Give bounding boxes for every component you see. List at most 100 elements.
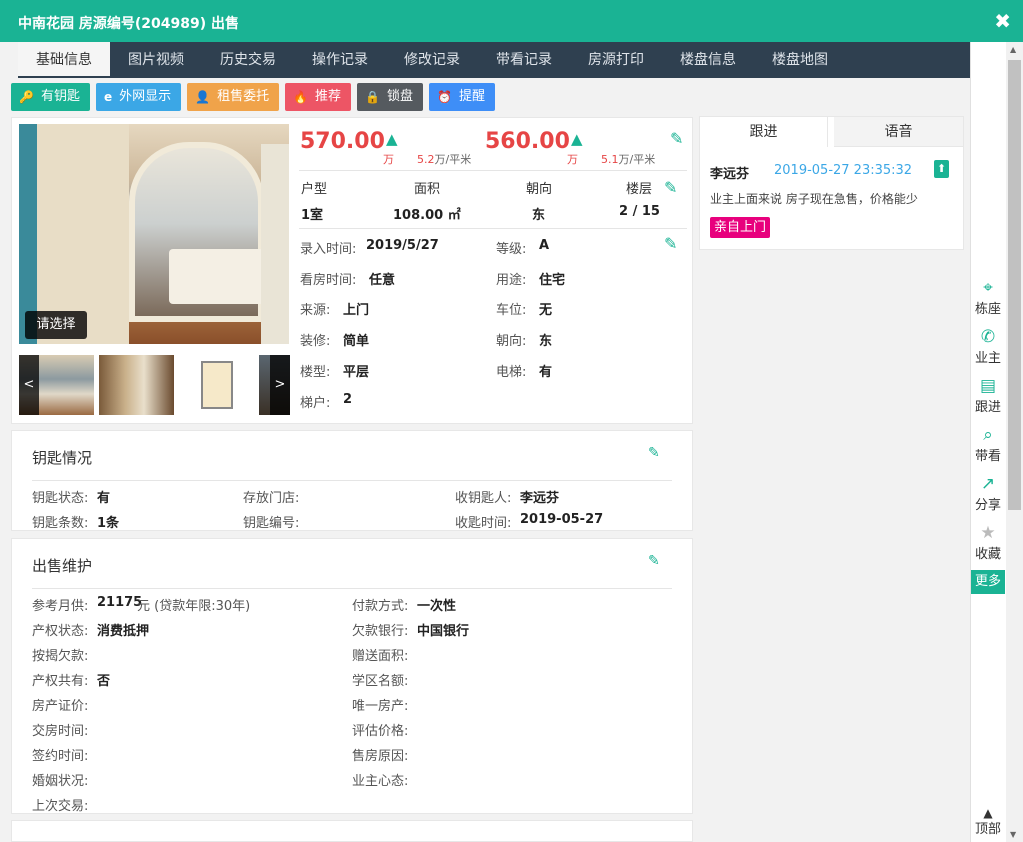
upload-icon[interactable]: ⬆ (934, 160, 949, 178)
key-label: 收匙时间: (455, 516, 512, 531)
key-value: 1条 (97, 516, 120, 531)
has-key-button[interactable]: 🔑 有钥匙 (11, 83, 90, 111)
select-photo-button[interactable]: 请选择 (25, 311, 87, 339)
info-value: 住宅 (539, 273, 566, 288)
key-value: 有 (97, 491, 111, 506)
key-icon: 🔑 (19, 90, 34, 104)
base-price-unit: 万 (567, 153, 578, 166)
info-label: 用途: (496, 273, 527, 288)
edit-sale-icon[interactable]: ✎ (648, 553, 660, 569)
tab-operation-log[interactable]: 操作记录 (294, 42, 386, 78)
sidebar-item-label: 收藏 (974, 547, 1001, 562)
base-per-value: 5.1 (601, 153, 619, 166)
back-to-top-button[interactable]: ▲ 顶部 (971, 806, 1005, 837)
tab-follow-up[interactable]: 跟进 (700, 117, 828, 147)
total-price: 570.00 (300, 129, 385, 154)
info-value: A (539, 238, 550, 253)
document-icon: ▤ (979, 376, 997, 396)
rent-sale-entrust-button[interactable]: 👤 租售委托 (187, 83, 280, 111)
tab-history-trades[interactable]: 历史交易 (202, 42, 294, 78)
sale-value: 21175 (97, 595, 143, 610)
total-per-value: 5.2 (417, 153, 435, 166)
info-label: 看房时间: (300, 273, 357, 288)
divider (299, 228, 687, 229)
sale-label: 交房时间: (32, 724, 89, 739)
info-label: 楼型: (300, 365, 331, 380)
recommend-button[interactable]: 🔥 推荐 (285, 83, 352, 111)
sidebar-item-follow[interactable]: ▤ 跟进 (971, 376, 1005, 415)
share-icon: ↗ (980, 474, 996, 494)
tab-estate-map[interactable]: 楼盘地图 (754, 42, 846, 78)
spec-area: 108.00 ㎡ (393, 208, 461, 223)
key-label: 钥匙编号: (243, 516, 300, 531)
key-label: 钥匙条数: (32, 516, 89, 531)
base-price-up-icon: ▲ (571, 130, 583, 148)
info-value: 无 (539, 303, 553, 318)
thumb-next-button[interactable]: > (270, 355, 290, 415)
base-unit-price: 5.1万/平米 (601, 151, 655, 167)
external-display-button[interactable]: e 外网显示 (95, 83, 182, 111)
price-up-icon: ▲ (386, 130, 398, 148)
sale-label: 婚姻状况: (32, 774, 89, 789)
lock-listing-label: 锁盘 (387, 89, 414, 104)
scroll-up-icon[interactable]: ▲ (1010, 45, 1016, 54)
reminder-button[interactable]: ⏰ 提醒 (429, 83, 495, 111)
external-display-label: 外网显示 (119, 89, 172, 104)
follow-up-time: 2019-05-27 23:35:32 (774, 163, 913, 178)
location-pin-icon: ⌖ (983, 278, 993, 298)
thumbnail-floorplan[interactable] (179, 355, 254, 415)
edit-price-icon[interactable]: ✎ (670, 129, 683, 148)
sidebar-item-owner[interactable]: ✆ 业主 (971, 327, 1005, 366)
key-value: 2019-05-27 (520, 512, 604, 527)
sale-label: 付款方式: (352, 599, 409, 614)
lock-listing-button[interactable]: 🔒 锁盘 (357, 83, 424, 111)
info-value: 有 (539, 365, 553, 380)
sidebar-item-viewing[interactable]: ⌕ 带看 (971, 425, 1005, 464)
search-doc-icon: ⌕ (983, 425, 993, 445)
sale-label: 参考月供: (32, 599, 89, 614)
info-label: 电梯: (496, 365, 527, 380)
rent-sale-entrust-label: 租售委托 (217, 89, 270, 104)
photo-curtain (261, 144, 289, 344)
sale-label: 上次交易: (32, 799, 89, 814)
tab-edit-log[interactable]: 修改记录 (386, 42, 478, 78)
reminder-label: 提醒 (458, 89, 485, 104)
next-section-card (11, 820, 693, 842)
action-buttons: 🔑 有钥匙 e 外网显示 👤 租售委托 🔥 推荐 🔒 锁盘 ⏰ 提醒 (11, 83, 495, 111)
edit-key-icon[interactable]: ✎ (648, 445, 660, 461)
tab-estate-info[interactable]: 楼盘信息 (662, 42, 754, 78)
photo-bed (169, 249, 269, 304)
sidebar-item-label: 跟进 (974, 400, 1001, 415)
info-label: 朝向: (496, 334, 527, 349)
sale-label: 赠送面积: (352, 649, 409, 664)
sidebar-item-building[interactable]: ⌖ 栋座 (971, 278, 1005, 317)
info-value: 简单 (343, 334, 370, 349)
tab-print[interactable]: 房源打印 (570, 42, 662, 78)
close-icon[interactable]: ✖ (994, 9, 1011, 33)
sidebar-item-share[interactable]: ↗ 分享 (971, 474, 1005, 513)
tab-viewing-log[interactable]: 带看记录 (478, 42, 570, 78)
spec-orientation: 东 (532, 208, 546, 223)
key-section-title: 钥匙情况 (32, 449, 93, 467)
tab-voice[interactable]: 语音 (834, 117, 963, 147)
scrollbar-thumb[interactable] (1008, 60, 1021, 510)
edit-specs-icon[interactable]: ✎ (664, 178, 677, 197)
edit-details-icon[interactable]: ✎ (664, 234, 677, 253)
recommend-label: 推荐 (315, 89, 342, 104)
thumb-prev-button[interactable]: < (19, 355, 39, 415)
key-value: 李远芬 (520, 491, 560, 506)
tab-basic-info[interactable]: 基础信息 (18, 42, 110, 78)
scrollbar[interactable]: ▲ ▼ (1006, 42, 1023, 842)
sale-label: 业主心态: (352, 774, 409, 789)
sidebar-item-favorite[interactable]: ★ 收藏 (971, 523, 1005, 562)
info-label: 录入时间: (300, 242, 357, 257)
sale-label: 评估价格: (352, 724, 409, 739)
base-price: 560.00 (485, 129, 570, 154)
more-button[interactable]: 更多 (971, 570, 1005, 594)
total-unit-price: 5.2万/平米 (417, 151, 471, 167)
tab-photos-videos[interactable]: 图片视频 (110, 42, 202, 78)
thumbnail-2[interactable] (99, 355, 174, 415)
caret-up-icon: ▲ (983, 806, 993, 820)
floorplan-drawing (201, 361, 233, 409)
scroll-down-icon[interactable]: ▼ (1010, 830, 1016, 839)
